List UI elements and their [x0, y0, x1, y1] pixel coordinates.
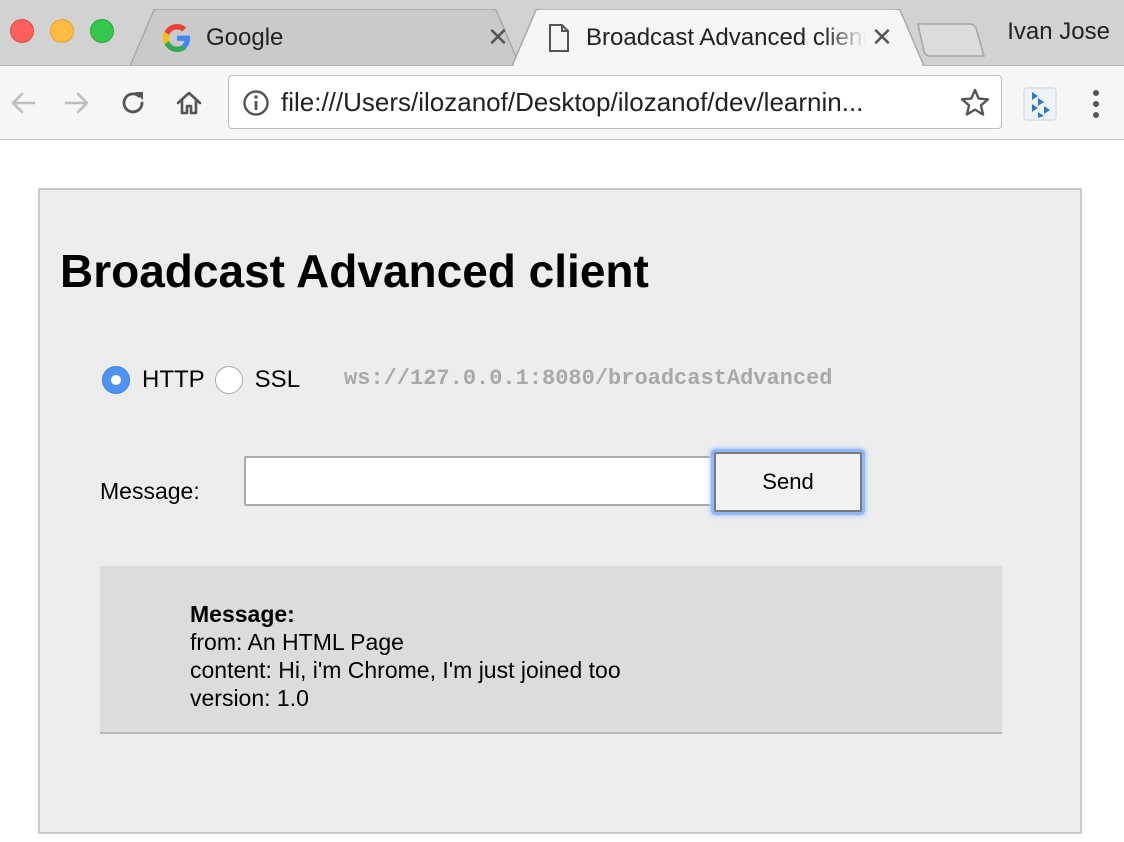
new-tab-button[interactable]: [916, 22, 986, 58]
websocket-endpoint: ws://127.0.0.1:8080/broadcastAdvanced: [344, 366, 833, 391]
back-arrow-icon[interactable]: [4, 84, 42, 122]
send-button[interactable]: Send: [714, 452, 862, 512]
info-icon[interactable]: [241, 88, 271, 118]
close-window-button[interactable]: [10, 19, 34, 43]
tab-title: Broadcast Advanced client: [586, 23, 866, 51]
address-bar[interactable]: file:///Users/ilozanof/Desktop/ilozanof/…: [228, 75, 1002, 129]
received-message-box: Message: from: An HTML Page content: Hi,…: [100, 566, 1002, 734]
kebab-menu-icon[interactable]: [1080, 86, 1112, 122]
google-g-icon: [162, 23, 192, 53]
address-url[interactable]: file:///Users/ilozanof/Desktop/ilozanof/…: [281, 87, 941, 118]
client-panel: Broadcast Advanced client HTTP SSL ws://…: [38, 188, 1082, 834]
tab-google[interactable]: Google ✕: [130, 9, 520, 66]
received-message-heading: Message:: [190, 601, 295, 627]
protocol-selector: HTTP SSL: [102, 364, 300, 396]
tab-title: Google: [206, 23, 284, 51]
extension-icon[interactable]: [1022, 86, 1058, 122]
minimize-window-button[interactable]: [50, 19, 74, 43]
browser-toolbar: file:///Users/ilozanof/Desktop/ilozanof/…: [0, 66, 1124, 140]
close-tab-icon[interactable]: ✕: [484, 22, 512, 52]
ssl-radio-label[interactable]: SSL: [255, 366, 300, 394]
tab-strip: Google ✕ Broadcast Advanced client ✕ Iva…: [0, 0, 1124, 66]
maximize-window-button[interactable]: [90, 19, 114, 43]
document-icon: [544, 23, 574, 53]
http-radio-label[interactable]: HTTP: [142, 366, 205, 394]
tab-broadcast-client[interactable]: Broadcast Advanced client ✕: [512, 9, 924, 66]
received-message-content: content: Hi, i'm Chrome, I'm just joined…: [190, 657, 621, 683]
forward-arrow-icon[interactable]: [58, 84, 96, 122]
http-radio[interactable]: [102, 366, 130, 394]
bookmark-star-icon[interactable]: [959, 87, 991, 119]
message-label: Message:: [100, 478, 200, 504]
page-title: Broadcast Advanced client: [60, 245, 649, 297]
received-message-from: from: An HTML Page: [190, 629, 404, 655]
profile-name[interactable]: Ivan Jose: [1007, 18, 1110, 46]
message-input[interactable]: [244, 456, 716, 506]
received-message-version: version: 1.0: [190, 685, 309, 711]
ssl-radio[interactable]: [214, 366, 243, 394]
close-tab-icon[interactable]: ✕: [868, 22, 896, 52]
reload-icon[interactable]: [114, 84, 152, 122]
home-icon[interactable]: [170, 84, 208, 122]
